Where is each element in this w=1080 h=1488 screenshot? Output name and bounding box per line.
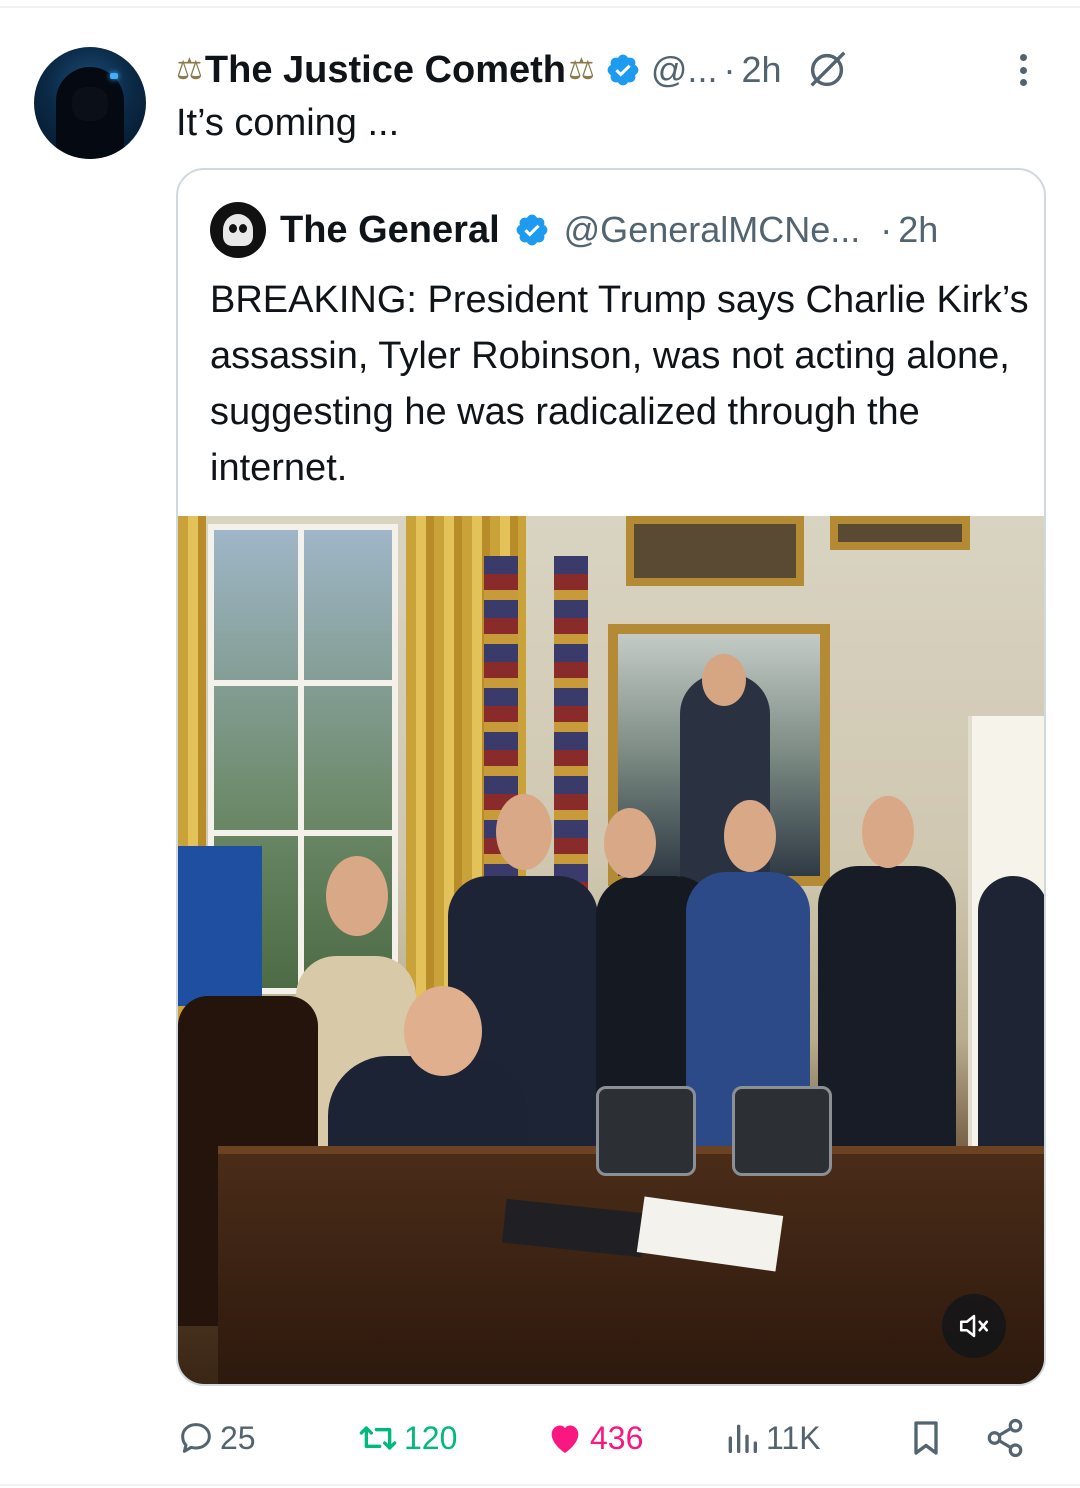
separator-dot: ·: [723, 49, 736, 90]
reply-icon: [181, 1423, 211, 1453]
person-head: [404, 986, 482, 1076]
repost-button[interactable]: 120: [356, 1410, 457, 1466]
views-button[interactable]: 11K: [722, 1410, 821, 1466]
person-head: [326, 856, 388, 936]
reply-button[interactable]: 25: [176, 1410, 256, 1466]
views-chart-icon: [728, 1424, 757, 1453]
author-display-name[interactable]: The Justice Cometh: [205, 49, 566, 92]
verified-badge-icon: [516, 214, 548, 246]
person-head: [862, 796, 914, 868]
post-header: ⚖ The Justice Cometh ⚖ @... · 2h: [176, 44, 850, 96]
separator-dot: ·: [880, 209, 893, 250]
quoted-post-text: BREAKING: President Trump says Charlie K…: [210, 279, 1029, 489]
desk-phone: [596, 1086, 696, 1176]
scales-icon: ⚖: [176, 53, 203, 86]
view-count: 11K: [766, 1419, 821, 1456]
grok-icon[interactable]: [804, 47, 850, 93]
skull-icon: [223, 214, 253, 246]
author-avatar[interactable]: [34, 47, 146, 159]
bookmark-button[interactable]: [906, 1410, 950, 1466]
like-count: 436: [590, 1419, 644, 1456]
bookmark-icon: [914, 1421, 938, 1455]
person-head: [724, 800, 776, 872]
action-bar: 25 120 436 11K: [176, 1410, 1036, 1466]
scales-icon: ⚖: [567, 53, 595, 86]
top-divider: [0, 6, 1080, 8]
author-handle[interactable]: @...: [651, 49, 718, 91]
quoted-display-name[interactable]: The General: [280, 209, 500, 252]
avatar-glow: [110, 73, 118, 79]
picture-frame: [830, 516, 970, 550]
post-time[interactable]: 2h: [741, 49, 781, 91]
reply-count: 25: [220, 1419, 256, 1456]
quoted-post[interactable]: The General @GeneralMCNe... · 2h BREAKIN…: [176, 168, 1046, 1386]
share-icon: [987, 1418, 1023, 1458]
bottom-divider: [0, 1484, 1080, 1486]
repost-icon: [359, 1426, 397, 1450]
verified-badge-icon: [607, 54, 639, 86]
quoted-post-header: The General @GeneralMCNe... · 2h: [280, 204, 938, 256]
repost-count: 120: [404, 1419, 458, 1456]
person-head: [604, 808, 656, 878]
share-button[interactable]: [984, 1410, 1030, 1466]
post-text: It’s coming ...: [176, 102, 400, 144]
quoted-handle[interactable]: @GeneralMCNe...: [564, 209, 861, 251]
desk: [218, 1146, 1044, 1384]
picture-frame: [626, 516, 804, 586]
speaker-muted-icon: [959, 1314, 989, 1338]
standing-person: [818, 866, 956, 1166]
quoted-post-time[interactable]: 2h: [898, 209, 938, 251]
like-button[interactable]: 436: [544, 1410, 643, 1466]
mute-toggle-button[interactable]: [942, 1294, 1006, 1358]
video-player[interactable]: [178, 516, 1044, 1384]
person-head: [496, 794, 552, 870]
air-force-flag: [178, 846, 262, 1006]
heart-icon: [551, 1425, 579, 1453]
desk-phone: [732, 1086, 832, 1176]
quoted-author-avatar[interactable]: [210, 202, 266, 258]
more-options-icon[interactable]: [1010, 50, 1036, 90]
avatar-face: [72, 87, 108, 121]
